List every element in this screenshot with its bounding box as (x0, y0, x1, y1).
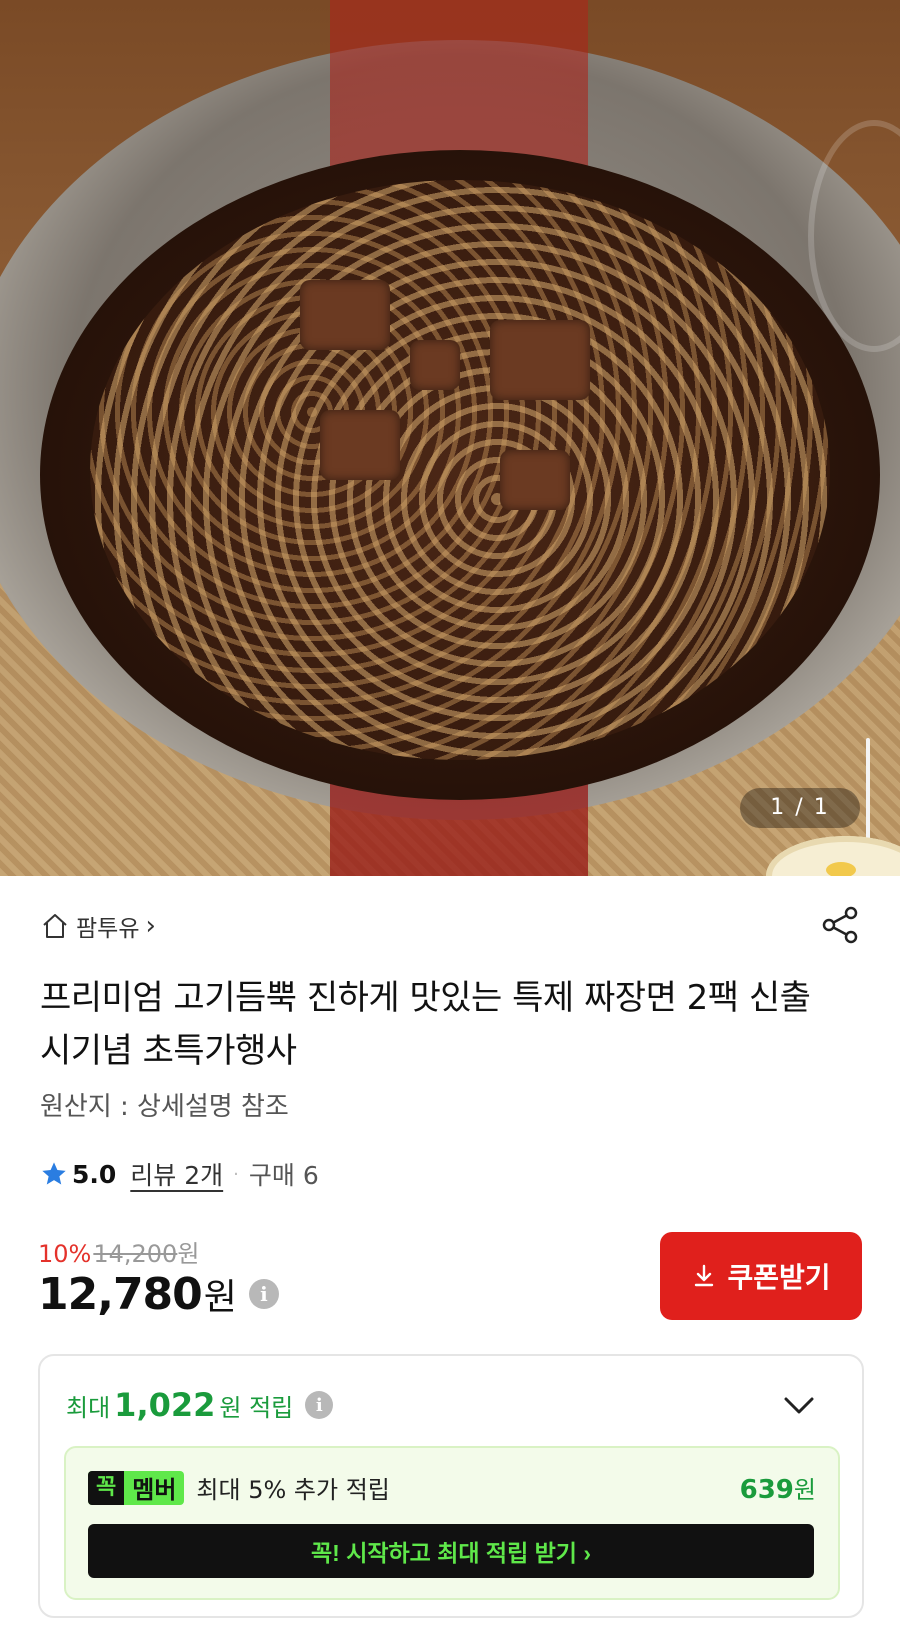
home-icon (43, 914, 67, 938)
reward-card: 최대 1,022 원 적립 i 꼭 멤버 최대 5% 추가 적립 639원 꼭!… (38, 1354, 864, 1618)
member-badge-right: 멤버 (132, 1476, 177, 1504)
rating-row: 5.0 리뷰 2개 · 구매 6 (40, 1154, 319, 1194)
reward-amount: 1,022 (114, 1386, 216, 1424)
product-title: 프리미엄 고기듬뿍 진하게 맛있는 특제 짜장면 2팩 신출시기념 초특가행사 (40, 978, 811, 1071)
image-counter: 1 / 1 (740, 788, 860, 828)
store-name: 팜투유 (76, 916, 140, 942)
final-price: 12,780 (38, 1268, 203, 1320)
noodles (90, 180, 830, 760)
member-benefit-text: 최대 5% 추가 적립 (196, 1476, 390, 1504)
reward-info-icon[interactable]: i (305, 1391, 334, 1419)
member-amount-value: 639 (739, 1475, 794, 1505)
member-benefit-line: 꼭 멤버 최대 5% 추가 적립 (88, 1470, 390, 1505)
star-icon (42, 1162, 66, 1185)
product-image[interactable]: 1 / 1 (0, 0, 900, 876)
discount-percent: 10% (38, 1240, 92, 1268)
purchase-count: 구매 6 (248, 1161, 319, 1190)
final-price-unit: 원 (203, 1277, 237, 1318)
meat-chunk (490, 320, 590, 400)
coupon-label: 쿠폰받기 (727, 1262, 831, 1293)
meat-chunk (320, 410, 400, 480)
product-info: 팜투유 › 프리미엄 고기듬뿍 진하게 맛있는 특제 짜장면 2팩 신출시기념 … (0, 876, 900, 1640)
original-price: 14,200 (93, 1240, 178, 1268)
reward-prefix: 최대 (66, 1393, 111, 1422)
member-start-button[interactable]: 꼭! 시작하고 최대 적립 받기 › (88, 1524, 814, 1578)
member-amount-unit: 원 (793, 1476, 816, 1504)
original-price-unit: 원 (177, 1240, 200, 1268)
scroll-indicator (866, 738, 870, 840)
reward-suffix: 원 적립 (219, 1393, 294, 1422)
chevron-right-icon: › (145, 911, 156, 941)
rating-score: 5.0 (72, 1159, 117, 1189)
discount-row: 10% 14,200 원 (38, 1234, 199, 1269)
download-icon (695, 1264, 714, 1287)
store-link[interactable]: 팜투유 › (40, 908, 156, 944)
member-badge-left: 꼭 (88, 1470, 125, 1505)
share-icon[interactable] (818, 902, 864, 948)
member-badge: 꼭 멤버 (88, 1470, 185, 1505)
coupon-button[interactable]: 쿠폰받기 (660, 1232, 862, 1320)
reward-summary: 최대 1,022 원 적립 i (66, 1386, 334, 1424)
meat-chunk (500, 450, 570, 510)
separator-dot: · (233, 1163, 239, 1185)
chevron-down-icon[interactable] (780, 1390, 818, 1420)
origin-info: 원산지 : 상세설명 참조 (40, 1092, 289, 1122)
meat-chunk (410, 340, 460, 390)
member-amount: 639원 (740, 1470, 816, 1505)
price-row: 12,780 원 i (38, 1268, 279, 1320)
member-benefit-box: 꼭 멤버 최대 5% 추가 적립 639원 꼭! 시작하고 최대 적립 받기 › (64, 1446, 840, 1600)
review-link[interactable]: 리뷰 2개 (130, 1156, 223, 1192)
price-info-icon[interactable]: i (248, 1279, 279, 1309)
meat-chunk (300, 280, 390, 350)
